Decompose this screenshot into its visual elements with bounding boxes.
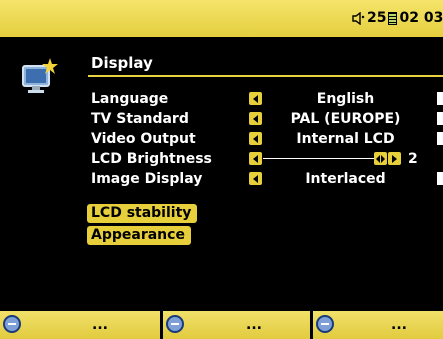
setting-label: Language — [91, 91, 169, 107]
minus-icon — [316, 315, 334, 333]
softkey-label: ... — [391, 317, 407, 333]
left-arrow-icon[interactable] — [249, 112, 262, 125]
left-arrow-icon[interactable] — [249, 172, 262, 185]
left-arrow-icon[interactable] — [249, 152, 262, 165]
left-arrow-icon[interactable] — [249, 92, 262, 105]
right-arrow-icon[interactable] — [437, 92, 443, 105]
setting-label: Video Output — [91, 131, 196, 147]
right-arrow-icon[interactable] — [437, 132, 443, 145]
softkey-label: ... — [246, 317, 262, 333]
setting-row-image-display[interactable]: Image Display Interlaced — [91, 169, 443, 189]
lcd-stability-button[interactable]: LCD stability — [87, 204, 198, 223]
page-title: Display — [91, 54, 153, 72]
softkey-3[interactable]: ... — [313, 311, 443, 339]
softkey-1[interactable]: ... — [0, 311, 160, 339]
setting-value: Interlaced — [305, 171, 386, 187]
softkey-bar: ... ... ... — [0, 311, 443, 339]
right-arrow-icon[interactable] — [437, 172, 443, 185]
volume-level: 25 — [367, 10, 387, 26]
status-indicators: 25 02 03 — [352, 9, 443, 27]
setting-row-tv-standard[interactable]: TV Standard PAL (EUROPE) — [91, 109, 443, 129]
setting-value: English — [316, 91, 375, 107]
right-arrow-icon[interactable] — [437, 112, 443, 125]
softkey-2[interactable]: ... — [163, 311, 310, 339]
setting-value: PAL (EUROPE) — [290, 111, 401, 127]
clock: 02 03 — [399, 10, 443, 26]
speaker-icon — [352, 11, 365, 25]
setting-row-video-output[interactable]: Video Output Internal LCD — [91, 129, 443, 149]
minus-icon — [166, 315, 184, 333]
setting-label: LCD Brightness — [91, 151, 212, 167]
setting-value: Internal LCD — [296, 131, 395, 147]
display-monitor-icon — [20, 56, 60, 96]
battery-icon — [388, 11, 398, 25]
status-bar: 25 02 03 — [0, 0, 443, 37]
setting-label: TV Standard — [91, 111, 189, 127]
slider-thumb-icon[interactable] — [374, 152, 387, 165]
minus-icon — [3, 315, 21, 333]
appearance-button[interactable]: Appearance — [87, 226, 191, 245]
brightness-slider-track[interactable] — [263, 158, 381, 159]
softkey-label: ... — [92, 317, 108, 333]
setting-row-language[interactable]: Language English — [91, 89, 443, 109]
setting-label: Image Display — [91, 171, 203, 187]
right-arrow-icon[interactable] — [388, 152, 401, 165]
title-divider — [88, 75, 443, 77]
setting-value: 2 — [408, 151, 418, 167]
setting-row-lcd-brightness[interactable]: LCD Brightness 2 — [91, 149, 443, 169]
left-arrow-icon[interactable] — [249, 132, 262, 145]
